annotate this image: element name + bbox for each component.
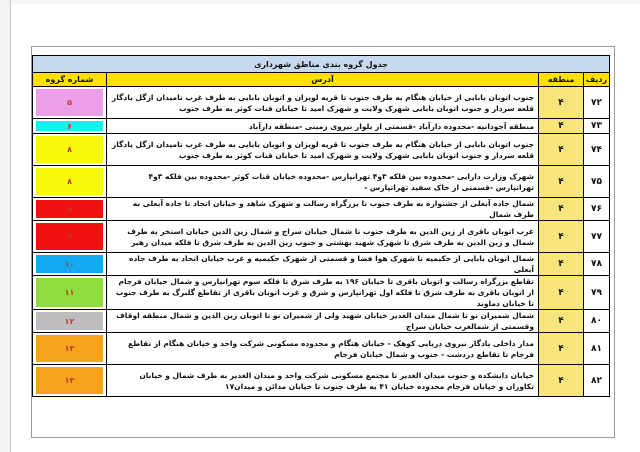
region-cell: ۴	[538, 165, 584, 198]
page-left-edge	[0, 0, 11, 452]
table-row: ۷۷ ۴ غرب اتوبان باقری از زین الدین به طرف …	[32, 220, 610, 253]
address-cell: جنوب اتوبان بابایی از خیابان هنگام به طر…	[106, 86, 539, 119]
table-row: ۸۱ ۴ مدار داخلی یادگار نیروی دریایی کوهک -…	[32, 332, 610, 365]
table-title-row: جدول گروه بندی مناطق شهرداری	[32, 55, 610, 73]
header-region: منطقه	[538, 72, 584, 87]
table-row: ۷۴ ۴ جنوب اتوبان بابایی از خیابان هنگام به…	[32, 133, 610, 166]
page-top-edge	[0, 0, 640, 4]
region-cell: ۴	[538, 118, 584, 134]
district-grouping-table: جدول گروه بندی مناطق شهرداری ردیف منطقه …	[32, 55, 610, 397]
group-color-swatch: ۸	[36, 136, 103, 163]
group-color-swatch: ۹	[36, 223, 103, 250]
region-cell: ۴	[538, 197, 584, 221]
group-color-swatch: ۱۳	[36, 367, 103, 394]
group-color-swatch: ۹	[36, 200, 103, 218]
address-cell: شهرک وزارت دارایی -محدوده بین فلکه ۳و۴ ت…	[106, 165, 539, 198]
region-cell: ۴	[538, 275, 584, 310]
row-number-cell: ۷۵	[583, 165, 610, 198]
row-number-cell: ۸۰	[583, 309, 610, 333]
group-number-cell: ۱۰	[32, 252, 107, 276]
address-cell: شمال اتوبان بابایی از حکیمیه تا شهرک هوا…	[106, 252, 539, 276]
group-color-swatch: ۸	[36, 168, 103, 195]
table-row: ۷۵ ۴ شهرک وزارت دارایی -محدوده بین فلکه ۳و…	[32, 165, 610, 198]
header-address: آدرس	[106, 72, 539, 87]
group-number-cell: ۵	[32, 86, 107, 119]
region-cell: ۴	[538, 332, 584, 365]
address-cell: شمال شمیران نو تا شمال میدان الغدیر خیاب…	[106, 309, 539, 333]
row-number-cell: ۷۷	[583, 220, 610, 253]
group-number-cell: ۱۱	[32, 275, 107, 310]
group-number-cell: ۱۲	[32, 309, 107, 333]
group-number-cell: ۶	[32, 118, 107, 134]
table-header-row: ردیف منطقه آدرس شماره گروه	[32, 72, 610, 87]
group-number-cell: ۸	[32, 133, 107, 166]
header-row-no: ردیف	[583, 72, 610, 87]
region-cell: ۴	[538, 86, 584, 119]
row-number-cell: ۸۲	[583, 364, 610, 397]
row-number-cell: ۷۴	[583, 133, 610, 166]
group-color-swatch: ۱۳	[36, 335, 103, 362]
table-row: ۷۳ ۴ منطقه آجودانیه -محدوده دارآباد -قسمتی…	[32, 118, 610, 134]
region-cell: ۴	[538, 364, 584, 397]
address-cell: منطقه آجودانیه -محدوده دارآباد -قسمتی از…	[106, 118, 539, 134]
address-cell: جنوب اتوبان بابایی از خیابان هنگام به طر…	[106, 133, 539, 166]
address-cell: خیابان دانشکده و جنوب میدان الغدیر تا مج…	[106, 364, 539, 397]
group-number-cell: ۱۳	[32, 332, 107, 365]
group-color-swatch: ۱۲	[36, 312, 103, 330]
group-number-cell: ۹	[32, 197, 107, 221]
table-title: جدول گروه بندی مناطق شهرداری	[32, 55, 610, 73]
group-color-swatch: ۱۰	[36, 255, 103, 273]
region-cell: ۴	[538, 220, 584, 253]
header-group-no: شماره گروه	[32, 72, 107, 87]
group-number-cell: ۸	[32, 165, 107, 198]
address-cell: غرب اتوبان باقری از زین الدین به طرف جنو…	[106, 220, 539, 253]
address-cell: شمال جاده آبعلی از جشنواره به طرف جنوب ت…	[106, 197, 539, 221]
group-color-swatch: ۱۱	[36, 278, 103, 307]
region-cell: ۴	[538, 309, 584, 333]
row-number-cell: ۷۲	[583, 86, 610, 119]
table-row: ۸۰ ۴ شمال شمیران نو تا شمال میدان الغدیر خ…	[32, 309, 610, 333]
region-cell: ۴	[538, 252, 584, 276]
row-number-cell: ۷۹	[583, 275, 610, 310]
table-row: ۷۲ ۴ جنوب اتوبان بابایی از خیابان هنگام به…	[32, 86, 610, 119]
group-color-swatch: ۵	[36, 89, 103, 116]
row-number-cell: ۷۸	[583, 252, 610, 276]
group-number-cell: ۱۳	[32, 364, 107, 397]
group-color-swatch: ۶	[36, 121, 103, 131]
group-number-cell: ۹	[32, 220, 107, 253]
table-body: جدول گروه بندی مناطق شهرداری ردیف منطقه …	[32, 55, 610, 397]
row-number-cell: ۸۱	[583, 332, 610, 365]
table-row: ۸۲ ۴ خیابان دانشکده و جنوب میدان الغدیر تا…	[32, 364, 610, 397]
row-number-cell: ۷۳	[583, 118, 610, 134]
table-row: ۷۶ ۴ شمال جاده آبعلی از جشنواره به طرف جنو…	[32, 197, 610, 221]
table-row: ۷۸ ۴ شمال اتوبان بابایی از حکیمیه تا شهرک …	[32, 252, 610, 276]
row-number-cell: ۷۶	[583, 197, 610, 221]
address-cell: مدار داخلی یادگار نیروی دریایی کوهک - خی…	[106, 332, 539, 365]
table-row: ۷۹ ۴ تقاطع بزرگراه رسالت و اتوبان باقری تا…	[32, 275, 610, 310]
region-cell: ۴	[538, 133, 584, 166]
address-cell: تقاطع بزرگراه رسالت و اتوبان باقری تا خی…	[106, 275, 539, 310]
